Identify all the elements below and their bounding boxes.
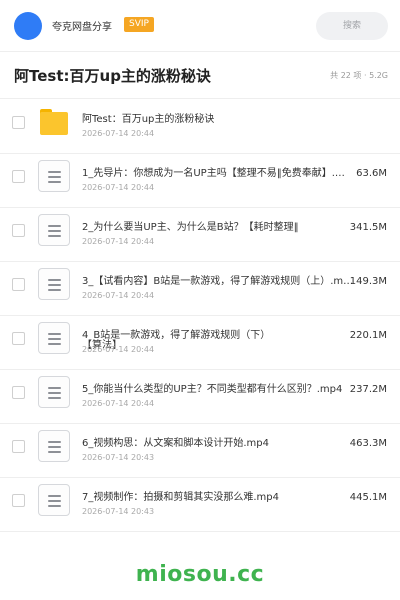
file-date: 2026-07-14 20:44: [82, 183, 155, 192]
file-date: 2026-07-14 20:44: [82, 345, 155, 354]
document-icon: [38, 160, 70, 192]
page-title: 阿Test:百万up主的涨粉秘诀: [14, 67, 211, 85]
file-name: 阿Test：百万up主的涨粉秘诀: [82, 114, 215, 125]
document-icon: [38, 268, 70, 300]
file-size: 341.5M: [349, 222, 387, 233]
file-row[interactable]: 6_视频构思：从文案和脚本设计开始.mp4 2026-07-14 20:43 4…: [0, 424, 400, 478]
file-date: 2026-07-14 20:43: [82, 453, 155, 462]
file-size: 463.3M: [349, 438, 387, 449]
file-name: 1_先导片：你想成为一名UP主吗【整理不易‖免费奉献】.mp4: [82, 168, 354, 179]
file-name: 5_你能当什么类型的UP主？不同类型都有什么区别？.mp4: [82, 384, 343, 395]
select-checkbox[interactable]: [12, 224, 25, 237]
select-checkbox[interactable]: [12, 278, 25, 291]
avatar[interactable]: [14, 12, 42, 40]
svip-badge: SVIP: [124, 17, 154, 32]
file-size: 149.3M: [349, 276, 387, 287]
file-row[interactable]: 1_先导片：你想成为一名UP主吗【整理不易‖免费奉献】.mp4 2026-07-…: [0, 154, 400, 208]
file-row[interactable]: 7_视频制作：拍摄和剪辑其实没那么难.mp4 2026-07-14 20:43 …: [0, 478, 400, 532]
file-date: 2026-07-14 20:44: [82, 291, 155, 300]
select-checkbox[interactable]: [12, 332, 25, 345]
search-button[interactable]: 搜索: [316, 12, 388, 40]
select-checkbox[interactable]: [12, 386, 25, 399]
file-name: 2_为什么要当UP主、为什么是B站？【耗时整理‖: [82, 222, 299, 233]
file-date: 2026-07-14 20:44: [82, 237, 155, 246]
file-row[interactable]: 阿Test：百万up主的涨粉秘诀 2026-07-14 20:44: [0, 100, 400, 154]
file-row[interactable]: 3_【试看内容】B站是一款游戏，得了解游戏规则（上）.mp4 2026-07-1…: [0, 262, 400, 316]
file-name: 4_B站是一款游戏，得了解游戏规则（下） 【算法】: [82, 329, 354, 353]
file-row[interactable]: 5_你能当什么类型的UP主？不同类型都有什么区别？.mp4 2026-07-14…: [0, 370, 400, 424]
document-icon: [38, 376, 70, 408]
select-checkbox[interactable]: [12, 494, 25, 507]
item-summary: 共 22 项 · 5.2G: [330, 71, 388, 80]
select-checkbox[interactable]: [12, 440, 25, 453]
document-icon: [38, 214, 70, 246]
document-icon: [38, 322, 70, 354]
file-name: 6_视频构思：从文案和脚本设计开始.mp4: [82, 438, 269, 449]
file-size: 237.2M: [349, 384, 387, 395]
folder-title-bar: 阿Test:百万up主的涨粉秘诀 共 22 项 · 5.2G: [0, 53, 400, 99]
file-name: 3_【试看内容】B站是一款游戏，得了解游戏规则（上）.mp4: [82, 276, 354, 287]
select-checkbox[interactable]: [12, 170, 25, 183]
file-size: 63.6M: [356, 168, 387, 179]
file-name: 7_视频制作：拍摄和剪辑其实没那么难.mp4: [82, 492, 279, 503]
document-icon: [38, 430, 70, 462]
select-checkbox[interactable]: [12, 116, 25, 129]
file-row[interactable]: 2_为什么要当UP主、为什么是B站？【耗时整理‖ 2026-07-14 20:4…: [0, 208, 400, 262]
file-size: 220.1M: [349, 330, 387, 341]
sharer-name: 夸克网盘分享: [52, 22, 112, 33]
file-row[interactable]: 4_B站是一款游戏，得了解游戏规则（下） 【算法】 2026-07-14 20:…: [0, 316, 400, 370]
document-icon: [38, 484, 70, 516]
file-date: 2026-07-14 20:44: [82, 129, 155, 138]
folder-icon: [40, 109, 68, 135]
top-header: 夸克网盘分享 SVIP 搜索: [0, 0, 400, 52]
site-watermark: miosou.cc: [135, 562, 265, 587]
file-list: 阿Test：百万up主的涨粉秘诀 2026-07-14 20:44 1_先导片：…: [0, 100, 400, 532]
file-size: 445.1M: [349, 492, 387, 503]
file-date: 2026-07-14 20:43: [82, 507, 155, 516]
file-date: 2026-07-14 20:44: [82, 399, 155, 408]
